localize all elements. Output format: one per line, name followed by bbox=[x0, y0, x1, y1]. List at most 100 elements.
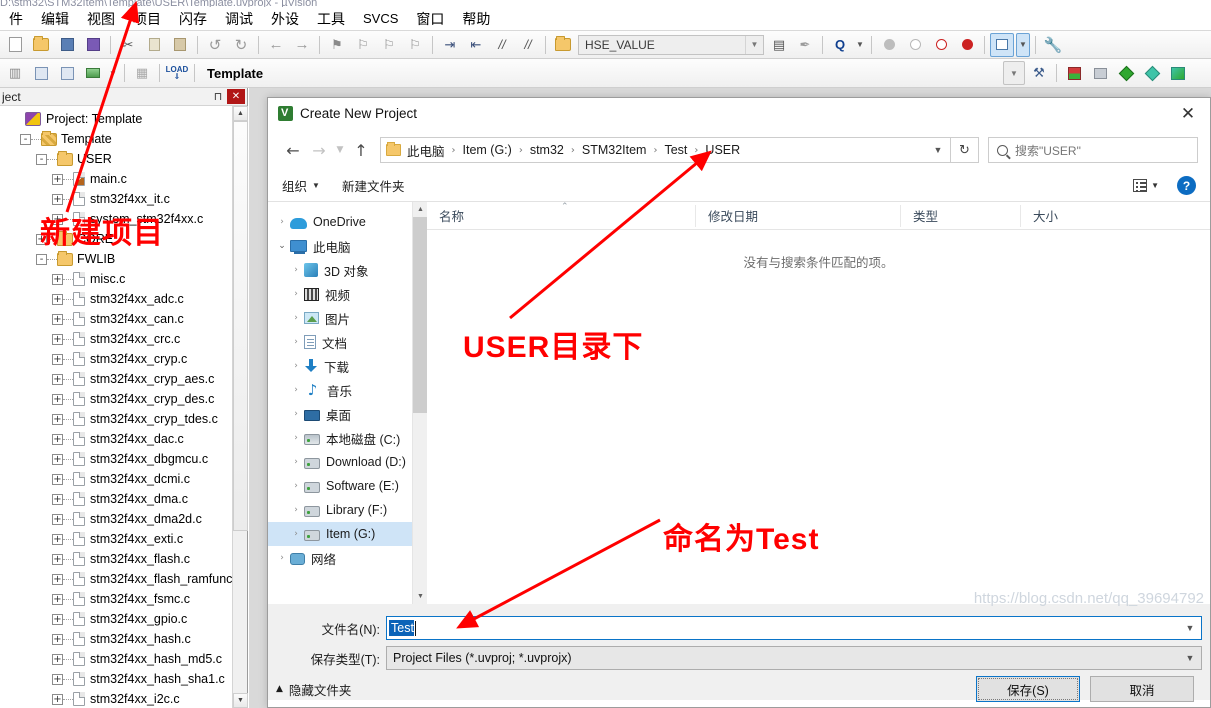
chevron-right-icon[interactable]: › bbox=[288, 361, 304, 371]
column-header-0[interactable]: 名称 ⌃ bbox=[427, 202, 695, 227]
breakpoint-kill-all-icon[interactable] bbox=[929, 33, 953, 57]
bookmark-clear-button[interactable]: ⚐ bbox=[403, 33, 427, 57]
debug-magnifier-icon[interactable]: Q bbox=[828, 33, 852, 57]
expand-icon[interactable]: + bbox=[52, 433, 63, 445]
nav-item-13[interactable]: › Item (G:) bbox=[268, 522, 412, 546]
chevron-right-icon[interactable]: › bbox=[288, 481, 304, 491]
select-software-packs-button[interactable] bbox=[1140, 61, 1164, 85]
translate-file-button[interactable]: ▥ bbox=[3, 61, 27, 85]
project-tree-scrollbar[interactable]: ▲ ▼ bbox=[232, 106, 248, 708]
tree-item[interactable]: + stm32f4xx_adc.c bbox=[0, 289, 233, 309]
chevron-right-icon[interactable]: › bbox=[288, 313, 304, 323]
close-icon[interactable]: ✕ bbox=[1166, 98, 1210, 129]
help-icon[interactable]: ? bbox=[1177, 176, 1196, 195]
refresh-icon[interactable]: ↻ bbox=[951, 137, 979, 163]
chevron-right-icon[interactable]: › bbox=[274, 217, 290, 227]
expand-icon[interactable]: + bbox=[52, 493, 63, 505]
batch-build-button[interactable] bbox=[81, 61, 105, 85]
tree-item[interactable]: + stm32f4xx_hash.c bbox=[0, 629, 233, 649]
column-header-3[interactable]: 大小 bbox=[1020, 204, 1120, 227]
nav-item-14[interactable]: › 网络 bbox=[268, 546, 412, 570]
open-file-button[interactable] bbox=[29, 33, 53, 57]
menu-item-8[interactable]: SVCS bbox=[354, 9, 407, 28]
tree-item[interactable]: + stm32f4xx_hash_sha1.c bbox=[0, 669, 233, 689]
tree-item[interactable]: + stm32f4xx_cryp_aes.c bbox=[0, 369, 233, 389]
tree-item[interactable]: + stm32f4xx_can.c bbox=[0, 309, 233, 329]
manage-multi-project-button[interactable] bbox=[1088, 61, 1112, 85]
save-button[interactable]: 保存(S) bbox=[976, 676, 1080, 702]
menu-item-7[interactable]: 工具 bbox=[308, 7, 354, 31]
new-folder-button[interactable]: 新建文件夹 bbox=[342, 176, 405, 195]
expand-icon[interactable]: + bbox=[52, 613, 63, 625]
browse-symbol-button[interactable]: ▤ bbox=[767, 33, 791, 57]
tree-item[interactable]: + stm32f4xx_hash_md5.c bbox=[0, 649, 233, 669]
breakpoint-disable-icon[interactable] bbox=[903, 33, 927, 57]
menu-item-0[interactable]: 件 bbox=[0, 7, 32, 31]
chevron-right-icon[interactable]: › bbox=[288, 505, 304, 515]
tree-item[interactable]: + stm32f4xx_cryp_tdes.c bbox=[0, 409, 233, 429]
tree-item[interactable]: + stm32f4xx_cryp.c bbox=[0, 349, 233, 369]
find-in-files-icon[interactable] bbox=[551, 33, 575, 57]
find-references-button[interactable]: ✒ bbox=[793, 33, 817, 57]
outdent-button[interactable]: ⇤ bbox=[464, 33, 488, 57]
tree-item[interactable]: + stm32f4xx_gpio.c bbox=[0, 609, 233, 629]
scroll-down-icon[interactable]: ▼ bbox=[233, 693, 248, 708]
hide-folders-toggle[interactable]: ▲ 隐藏文件夹 bbox=[276, 680, 351, 699]
chevron-down-icon[interactable]: ▼ bbox=[107, 61, 119, 85]
download-to-flash-button[interactable]: LOAD ⇓ bbox=[165, 61, 189, 85]
nav-item-1[interactable]: ⌄ 此电脑 bbox=[268, 234, 412, 258]
expand-icon[interactable]: + bbox=[52, 553, 63, 565]
chevron-right-icon[interactable]: › bbox=[288, 457, 304, 467]
expand-icon[interactable]: + bbox=[52, 573, 63, 585]
navigate-back-button[interactable]: ← bbox=[264, 33, 288, 57]
tree-item[interactable]: + stm32f4xx_flash.c bbox=[0, 549, 233, 569]
chevron-down-icon[interactable]: ▼ bbox=[1179, 647, 1201, 669]
chevron-down-icon[interactable]: ▼ bbox=[854, 33, 866, 57]
pack-installer-button[interactable] bbox=[1166, 61, 1190, 85]
breadcrumb-item-2[interactable]: stm32 bbox=[528, 143, 566, 157]
expand-icon[interactable]: + bbox=[52, 453, 63, 465]
column-header-2[interactable]: 类型 bbox=[900, 204, 1020, 227]
chevron-down-icon[interactable]: ▼ bbox=[745, 35, 763, 54]
cut-button[interactable]: ✂ bbox=[116, 33, 140, 57]
expand-icon[interactable]: + bbox=[52, 193, 63, 205]
close-icon[interactable]: ✕ bbox=[227, 89, 245, 104]
tree-item[interactable]: + stm32f4xx_i2c.c bbox=[0, 689, 233, 708]
breadcrumb-item-0[interactable]: 此电脑 bbox=[405, 141, 447, 160]
menu-item-1[interactable]: 编辑 bbox=[32, 7, 78, 31]
cancel-button[interactable]: 取消 bbox=[1090, 676, 1194, 702]
expand-icon[interactable]: + bbox=[52, 413, 63, 425]
tree-item[interactable]: - USER bbox=[0, 149, 233, 169]
chevron-right-icon[interactable]: › bbox=[288, 289, 304, 299]
chevron-down-icon[interactable]: ▼ bbox=[1016, 32, 1030, 57]
breadcrumb[interactable]: 此电脑 › Item (G:) › stm32 › STM32Item › Test › USER … bbox=[380, 137, 951, 163]
breakpoint-disable-all-icon[interactable] bbox=[955, 33, 979, 57]
navigation-pane-scrollbar[interactable]: ▲ ▼ bbox=[412, 202, 428, 604]
expand-icon[interactable]: + bbox=[52, 633, 63, 645]
collapse-icon[interactable]: - bbox=[20, 133, 31, 145]
target-options-dropdown[interactable]: ▼ bbox=[1003, 61, 1025, 85]
chevron-right-icon[interactable]: › bbox=[288, 385, 304, 395]
chevron-down-icon[interactable]: ⌄ bbox=[274, 241, 290, 251]
change-view-button[interactable]: ▼ bbox=[1133, 179, 1159, 192]
nav-item-4[interactable]: › 图片 bbox=[268, 306, 412, 330]
expand-icon[interactable]: + bbox=[52, 473, 63, 485]
build-target-button[interactable] bbox=[29, 61, 53, 85]
indent-button[interactable]: ⇥ bbox=[438, 33, 462, 57]
nav-item-9[interactable]: › 本地磁盘 (C:) bbox=[268, 426, 412, 450]
scroll-up-icon[interactable]: ▲ bbox=[413, 202, 428, 217]
paste-button[interactable] bbox=[168, 33, 192, 57]
expand-icon[interactable]: + bbox=[52, 293, 63, 305]
chevron-right-icon[interactable]: › bbox=[288, 265, 304, 275]
tree-item[interactable]: + stm32f4xx_fsmc.c bbox=[0, 589, 233, 609]
comment-button[interactable]: // bbox=[490, 33, 514, 57]
manage-windows-button[interactable] bbox=[990, 32, 1014, 57]
tree-item[interactable]: + stm32f4xx_dma2d.c bbox=[0, 509, 233, 529]
tree-item[interactable]: + misc.c bbox=[0, 269, 233, 289]
column-header-1[interactable]: 修改日期 bbox=[695, 204, 900, 227]
expand-icon[interactable]: + bbox=[52, 273, 63, 285]
copy-button[interactable] bbox=[142, 33, 166, 57]
up-icon[interactable]: ↑ bbox=[348, 137, 374, 163]
tree-item[interactable]: + stm32f4xx_dcmi.c bbox=[0, 469, 233, 489]
scrollbar-thumb[interactable] bbox=[413, 217, 428, 413]
